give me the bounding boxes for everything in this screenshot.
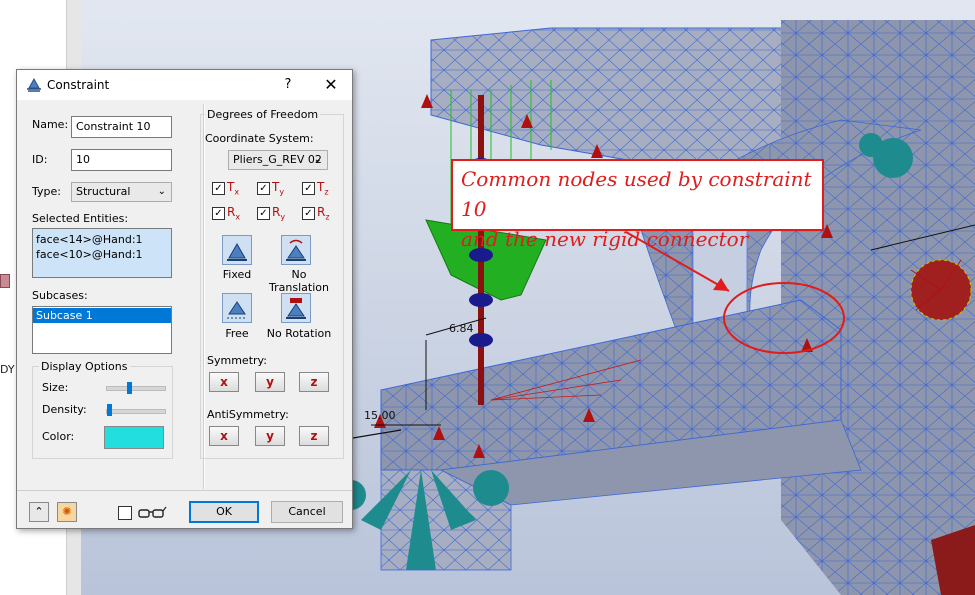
coord-system-value: Pliers_G_REV 02 (233, 153, 322, 166)
type-label: Type: (32, 185, 61, 198)
symmetry-label: Symmetry: (207, 354, 267, 367)
tz-checkbox[interactable]: ✓ (302, 182, 315, 195)
tx-checkbox[interactable]: ✓ (212, 182, 225, 195)
selected-entities-label: Selected Entities: (32, 212, 129, 225)
size-slider-thumb[interactable] (127, 382, 132, 394)
free-label: Free (225, 327, 249, 340)
size-slider[interactable] (106, 386, 166, 391)
ry-checkbox[interactable]: ✓ (257, 207, 270, 220)
symmetry-y-button[interactable]: y (255, 372, 285, 392)
no-rotation-icon (286, 298, 306, 319)
chevron-up-icon: ⌃ (34, 505, 44, 518)
constraint-icon (27, 77, 41, 92)
id-field[interactable]: 10 (71, 149, 172, 171)
density-slider-thumb[interactable] (107, 404, 112, 416)
close-button[interactable]: ✕ (317, 73, 345, 97)
background-label: DY (0, 363, 15, 376)
name-field[interactable]: Constraint 10 (71, 116, 172, 138)
selected-entities-list[interactable]: face<14>@Hand:1 face<10>@Hand:1 (32, 228, 172, 278)
dimension-label-2: 15.00 (364, 409, 396, 422)
display-settings-button[interactable]: ✺ (57, 502, 77, 522)
rx-checkbox[interactable]: ✓ (212, 207, 225, 220)
type-value: Structural (76, 185, 131, 198)
fixed-button[interactable] (222, 235, 252, 265)
dof-title: Degrees of Freedom (205, 108, 321, 121)
no-rotation-button[interactable] (281, 293, 311, 323)
tz-label: Tz (317, 180, 329, 197)
tx-label: Tx (227, 180, 240, 197)
rigid-spider (910, 259, 972, 321)
coord-system-dropdown[interactable]: Pliers_G_REV 02 ⌄ (228, 150, 328, 170)
rz-checkbox[interactable]: ✓ (302, 207, 315, 220)
antisymmetry-x-button[interactable]: x (209, 426, 239, 446)
name-label: Name: (32, 118, 69, 131)
list-item[interactable]: face<14>@Hand:1 (33, 232, 171, 247)
free-constraint-icon (227, 301, 247, 319)
glasses-icon (138, 506, 167, 518)
dialog-titlebar[interactable]: Constraint ? ✕ (17, 70, 352, 100)
list-item[interactable]: Subcase 1 (33, 308, 171, 323)
color-swatch[interactable] (104, 426, 164, 449)
chevron-down-icon: ⌄ (313, 154, 322, 165)
chevron-down-icon: ⌄ (157, 186, 166, 197)
help-button[interactable]: ? (276, 73, 300, 97)
annotation-callout: Common nodes used by constraint 10 and t… (451, 159, 824, 251)
sun-icon: ✺ (62, 505, 72, 518)
coord-system-label: Coordinate System: (205, 132, 314, 145)
ty-checkbox[interactable]: ✓ (257, 182, 270, 195)
id-label: ID: (32, 153, 48, 166)
density-label: Density: (42, 403, 87, 416)
antisymmetry-z-button[interactable]: z (299, 426, 329, 446)
symmetry-z-button[interactable]: z (299, 372, 329, 392)
antisymmetry-label: AntiSymmetry: (207, 408, 289, 421)
bottom-separator (17, 490, 352, 491)
dialog-title: Constraint (47, 78, 110, 92)
symmetry-x-button[interactable]: x (209, 372, 239, 392)
density-slider[interactable] (106, 409, 166, 414)
constraint-dialog: Constraint ? ✕ Name: Constraint 10 ID: 1… (16, 69, 353, 529)
preview-checkbox[interactable] (118, 506, 132, 520)
fixed-label: Fixed (222, 268, 252, 281)
cancel-button[interactable]: Cancel (271, 501, 343, 523)
rx-label: Rx (227, 205, 241, 222)
callout-line-2: and the new rigid connector (461, 227, 749, 251)
callout-line-1: Common nodes used by constraint 10 (461, 167, 812, 221)
ry-label: Ry (272, 205, 286, 222)
size-label: Size: (42, 381, 69, 394)
no-translation-button[interactable] (281, 235, 311, 265)
background-marker (0, 274, 10, 288)
display-options-title: Display Options (39, 360, 130, 373)
color-label: Color: (42, 430, 75, 443)
list-item[interactable]: face<10>@Hand:1 (33, 247, 171, 262)
rz-label: Rz (317, 205, 330, 222)
subcases-label: Subcases: (32, 289, 88, 302)
no-translation-label: No Translation (269, 268, 329, 294)
type-dropdown[interactable]: Structural ⌄ (71, 182, 172, 202)
subcases-list[interactable]: Subcase 1 (32, 306, 172, 354)
free-button[interactable] (222, 293, 252, 323)
expand-button[interactable]: ⌃ (29, 502, 49, 522)
antisymmetry-y-button[interactable]: y (255, 426, 285, 446)
ok-button[interactable]: OK (189, 501, 259, 523)
no-translation-icon (286, 239, 306, 261)
ty-label: Ty (272, 180, 285, 197)
fixed-constraint-icon (227, 242, 247, 261)
no-rotation-label: No Rotation (266, 327, 332, 340)
dimension-label-1: 6.84 (449, 322, 474, 335)
